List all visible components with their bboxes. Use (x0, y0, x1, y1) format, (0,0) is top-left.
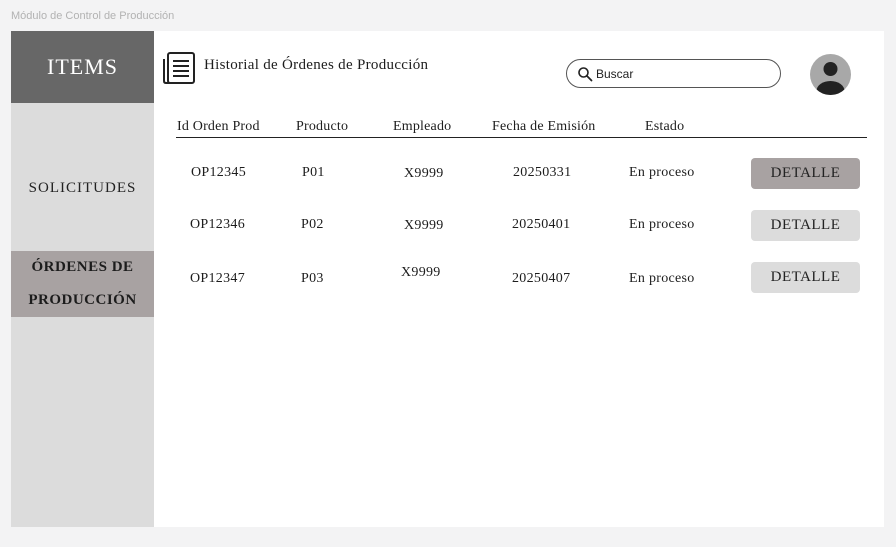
cell-producto: P03 (301, 271, 324, 286)
column-header-id: Id Orden Prod (177, 119, 260, 134)
cell-estado: En proceso (629, 165, 695, 180)
cell-fecha: 20250401 (512, 217, 571, 232)
cell-id: OP12347 (190, 271, 245, 286)
search-icon (578, 67, 593, 82)
detail-button[interactable]: DETALLE (751, 158, 860, 189)
cell-empleado: X9999 (401, 265, 441, 280)
cell-id: OP12345 (191, 165, 246, 180)
table-header: Id Orden Prod Producto Empleado Fecha de… (176, 119, 867, 138)
cell-empleado: X9999 (404, 218, 444, 233)
table-row: OP12345 P01 X9999 20250331 En proceso DE… (11, 158, 884, 190)
cell-fecha: 20250407 (512, 271, 571, 286)
cell-producto: P01 (302, 165, 325, 180)
cell-producto: P02 (301, 217, 324, 232)
table-row: OP12346 P02 X9999 20250401 En proceso DE… (11, 210, 884, 242)
frame-title: Módulo de Control de Producción (11, 10, 175, 22)
detail-button[interactable]: DETALLE (751, 262, 860, 293)
app-canvas: ITEMS SOLICITUDES ÓRDENES DE PRODUCCIÓN … (11, 31, 884, 527)
detail-button[interactable]: DETALLE (751, 210, 860, 241)
cell-empleado: X9999 (404, 166, 444, 181)
sidebar-header: ITEMS (11, 31, 154, 103)
search-input[interactable] (596, 65, 766, 83)
cell-estado: En proceso (629, 271, 695, 286)
cell-id: OP12346 (190, 217, 245, 232)
column-header-estado: Estado (645, 119, 685, 134)
column-header-fecha: Fecha de Emisión (492, 119, 596, 134)
table-row: OP12347 P03 X9999 20250407 En proceso DE… (11, 262, 884, 294)
column-header-producto: Producto (296, 119, 349, 134)
cell-estado: En proceso (629, 217, 695, 232)
column-header-empleado: Empleado (393, 119, 452, 134)
cell-fecha: 20250331 (513, 165, 572, 180)
avatar-icon[interactable] (810, 54, 851, 95)
document-icon (163, 52, 195, 84)
page-title: Historial de Órdenes de Producción (204, 57, 429, 73)
search-box[interactable] (566, 59, 781, 88)
